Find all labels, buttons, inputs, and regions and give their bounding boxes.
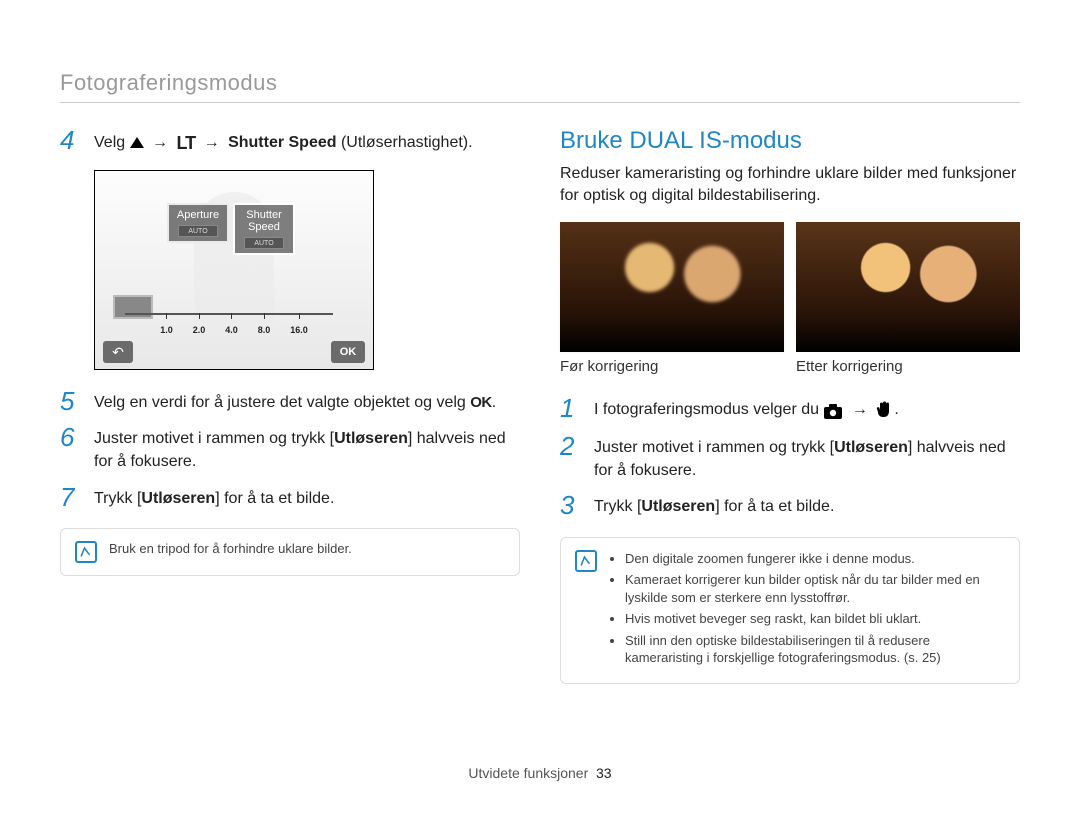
- note-icon: [75, 541, 97, 563]
- step-number: 5: [60, 388, 82, 414]
- ok-icon: OK: [470, 394, 492, 411]
- auto-badge: AUTO: [178, 225, 218, 237]
- step-number: 7: [60, 484, 82, 510]
- scale-tick: 2.0: [193, 325, 206, 335]
- step-3: 3 Trykk [Utløseren] for å ta et bilde.: [560, 492, 1020, 518]
- step6-bold: Utløseren: [334, 430, 408, 447]
- step-number: 3: [560, 492, 582, 518]
- step-number: 4: [60, 127, 82, 153]
- dual-is-hand-icon: [876, 400, 894, 423]
- note-text: Bruk en tripod for å forhindre uklare bi…: [109, 541, 352, 556]
- step5-before: Velg en verdi for å justere det valgte o…: [94, 394, 470, 411]
- sample-labels: Før korrigering Etter korrigering: [560, 358, 1020, 375]
- step-5: 5 Velg en verdi for å justere det valgte…: [60, 388, 520, 414]
- step7-before: Trykk [: [94, 490, 141, 507]
- shutter-panel: Shutter Speed AUTO: [233, 203, 295, 255]
- step-body: I fotograferingsmodus velger du → .: [594, 395, 899, 423]
- step-7: 7 Trykk [Utløseren] for å ta et bilde.: [60, 484, 520, 510]
- ok-icon: OK: [331, 341, 365, 363]
- left-column: 4 Velg → LT → Shutter Speed (Utløserhast…: [60, 127, 520, 684]
- note-item: Den digitale zoomen fungerer ikke i denn…: [625, 550, 1005, 568]
- step4-bold: Shutter Speed: [228, 134, 336, 151]
- step3-after: ] for å ta et bilde.: [715, 498, 834, 515]
- sample-images: [560, 222, 1020, 352]
- note-box: Den digitale zoomen fungerer ikke i denn…: [560, 537, 1020, 684]
- section-header: Fotograferingsmodus: [60, 70, 1020, 103]
- step-4: 4 Velg → LT → Shutter Speed (Utløserhast…: [60, 127, 520, 156]
- scale-bar: [125, 313, 333, 315]
- lcd-preview: Aperture AUTO Shutter Speed AUTO 1.0 2.0…: [94, 170, 374, 370]
- note-item: Kameraet korrigerer kun bilder optisk nå…: [625, 571, 1005, 606]
- right-intro: Reduser kameraristing og forhindre uklar…: [560, 163, 1020, 208]
- step1-before: I fotograferingsmodus velger du: [594, 401, 823, 418]
- before-label: Før korrigering: [560, 358, 784, 375]
- arrow-icon: →: [148, 134, 172, 151]
- right-heading: Bruke DUAL IS-modus: [560, 127, 1020, 155]
- arrow-icon: →: [200, 134, 224, 151]
- right-column: Bruke DUAL IS-modus Reduser kameraristin…: [560, 127, 1020, 684]
- up-triangle-icon: [130, 137, 144, 148]
- step-2: 2 Juster motivet i rammen og trykk [Utlø…: [560, 433, 1020, 482]
- scale-tick: 16.0: [290, 325, 308, 335]
- note-item: Still inn den optiske bildestabilisering…: [625, 632, 1005, 667]
- scale-tick: 8.0: [258, 325, 271, 335]
- auto-badge: AUTO: [244, 237, 284, 249]
- aperture-panel: Aperture AUTO: [167, 203, 229, 243]
- after-label: Etter korrigering: [796, 358, 1020, 375]
- step4-prefix: Velg: [94, 134, 125, 151]
- step-number: 1: [560, 395, 582, 421]
- note-item: Hvis motivet beveger seg raskt, kan bild…: [625, 610, 1005, 628]
- step7-bold: Utløseren: [141, 490, 215, 507]
- step-body: Juster motivet i rammen og trykk [Utløse…: [594, 433, 1020, 482]
- shutter-scale: 1.0 2.0 4.0 8.0 16.0: [95, 325, 373, 335]
- step3-before: Trykk [: [594, 498, 641, 515]
- step4-rest: (Utløserhastighet).: [337, 134, 473, 151]
- step-body: Trykk [Utløseren] for å ta et bilde.: [94, 484, 334, 510]
- lt-mode-icon: LT: [177, 130, 196, 156]
- step-number: 2: [560, 433, 582, 459]
- sample-after-image: [796, 222, 1020, 352]
- step-body: Velg en verdi for å justere det valgte o…: [94, 388, 496, 414]
- auto-chip: [113, 295, 153, 319]
- step1-after: .: [894, 401, 898, 418]
- scale-tick: 4.0: [225, 325, 238, 335]
- arrow-icon: →: [848, 401, 872, 418]
- step-body: Juster motivet i rammen og trykk [Utløse…: [94, 424, 520, 473]
- step-body: Trykk [Utløseren] for å ta et bilde.: [594, 492, 834, 518]
- back-icon: ↶: [103, 341, 133, 363]
- camera-icon: [823, 400, 843, 423]
- aperture-label: Aperture: [171, 209, 225, 221]
- step3-bold: Utløseren: [641, 498, 715, 515]
- note-list: Den digitale zoomen fungerer ikke i denn…: [609, 550, 1005, 671]
- step6-before: Juster motivet i rammen og trykk [: [94, 430, 334, 447]
- shutter-label-1: Shutter: [237, 209, 291, 221]
- scale-tick: 1.0: [160, 325, 173, 335]
- note-box: Bruk en tripod for å forhindre uklare bi…: [60, 528, 520, 576]
- step2-bold: Utløseren: [834, 439, 908, 456]
- step-number: 6: [60, 424, 82, 450]
- sample-before-image: [560, 222, 784, 352]
- page-footer: Utvidete funksjoner 33: [0, 765, 1080, 781]
- step-6: 6 Juster motivet i rammen og trykk [Utlø…: [60, 424, 520, 473]
- shutter-label-2: Speed: [237, 221, 291, 233]
- step-body: Velg → LT → Shutter Speed (Utløserhastig…: [94, 127, 473, 156]
- step2-before: Juster motivet i rammen og trykk [: [594, 439, 834, 456]
- step7-after: ] for å ta et bilde.: [215, 490, 334, 507]
- page-number: 33: [596, 765, 612, 781]
- step-1: 1 I fotograferingsmodus velger du → .: [560, 395, 1020, 423]
- note-icon: [575, 550, 597, 572]
- step5-after: .: [492, 394, 496, 411]
- footer-label: Utvidete funksjoner: [468, 765, 588, 781]
